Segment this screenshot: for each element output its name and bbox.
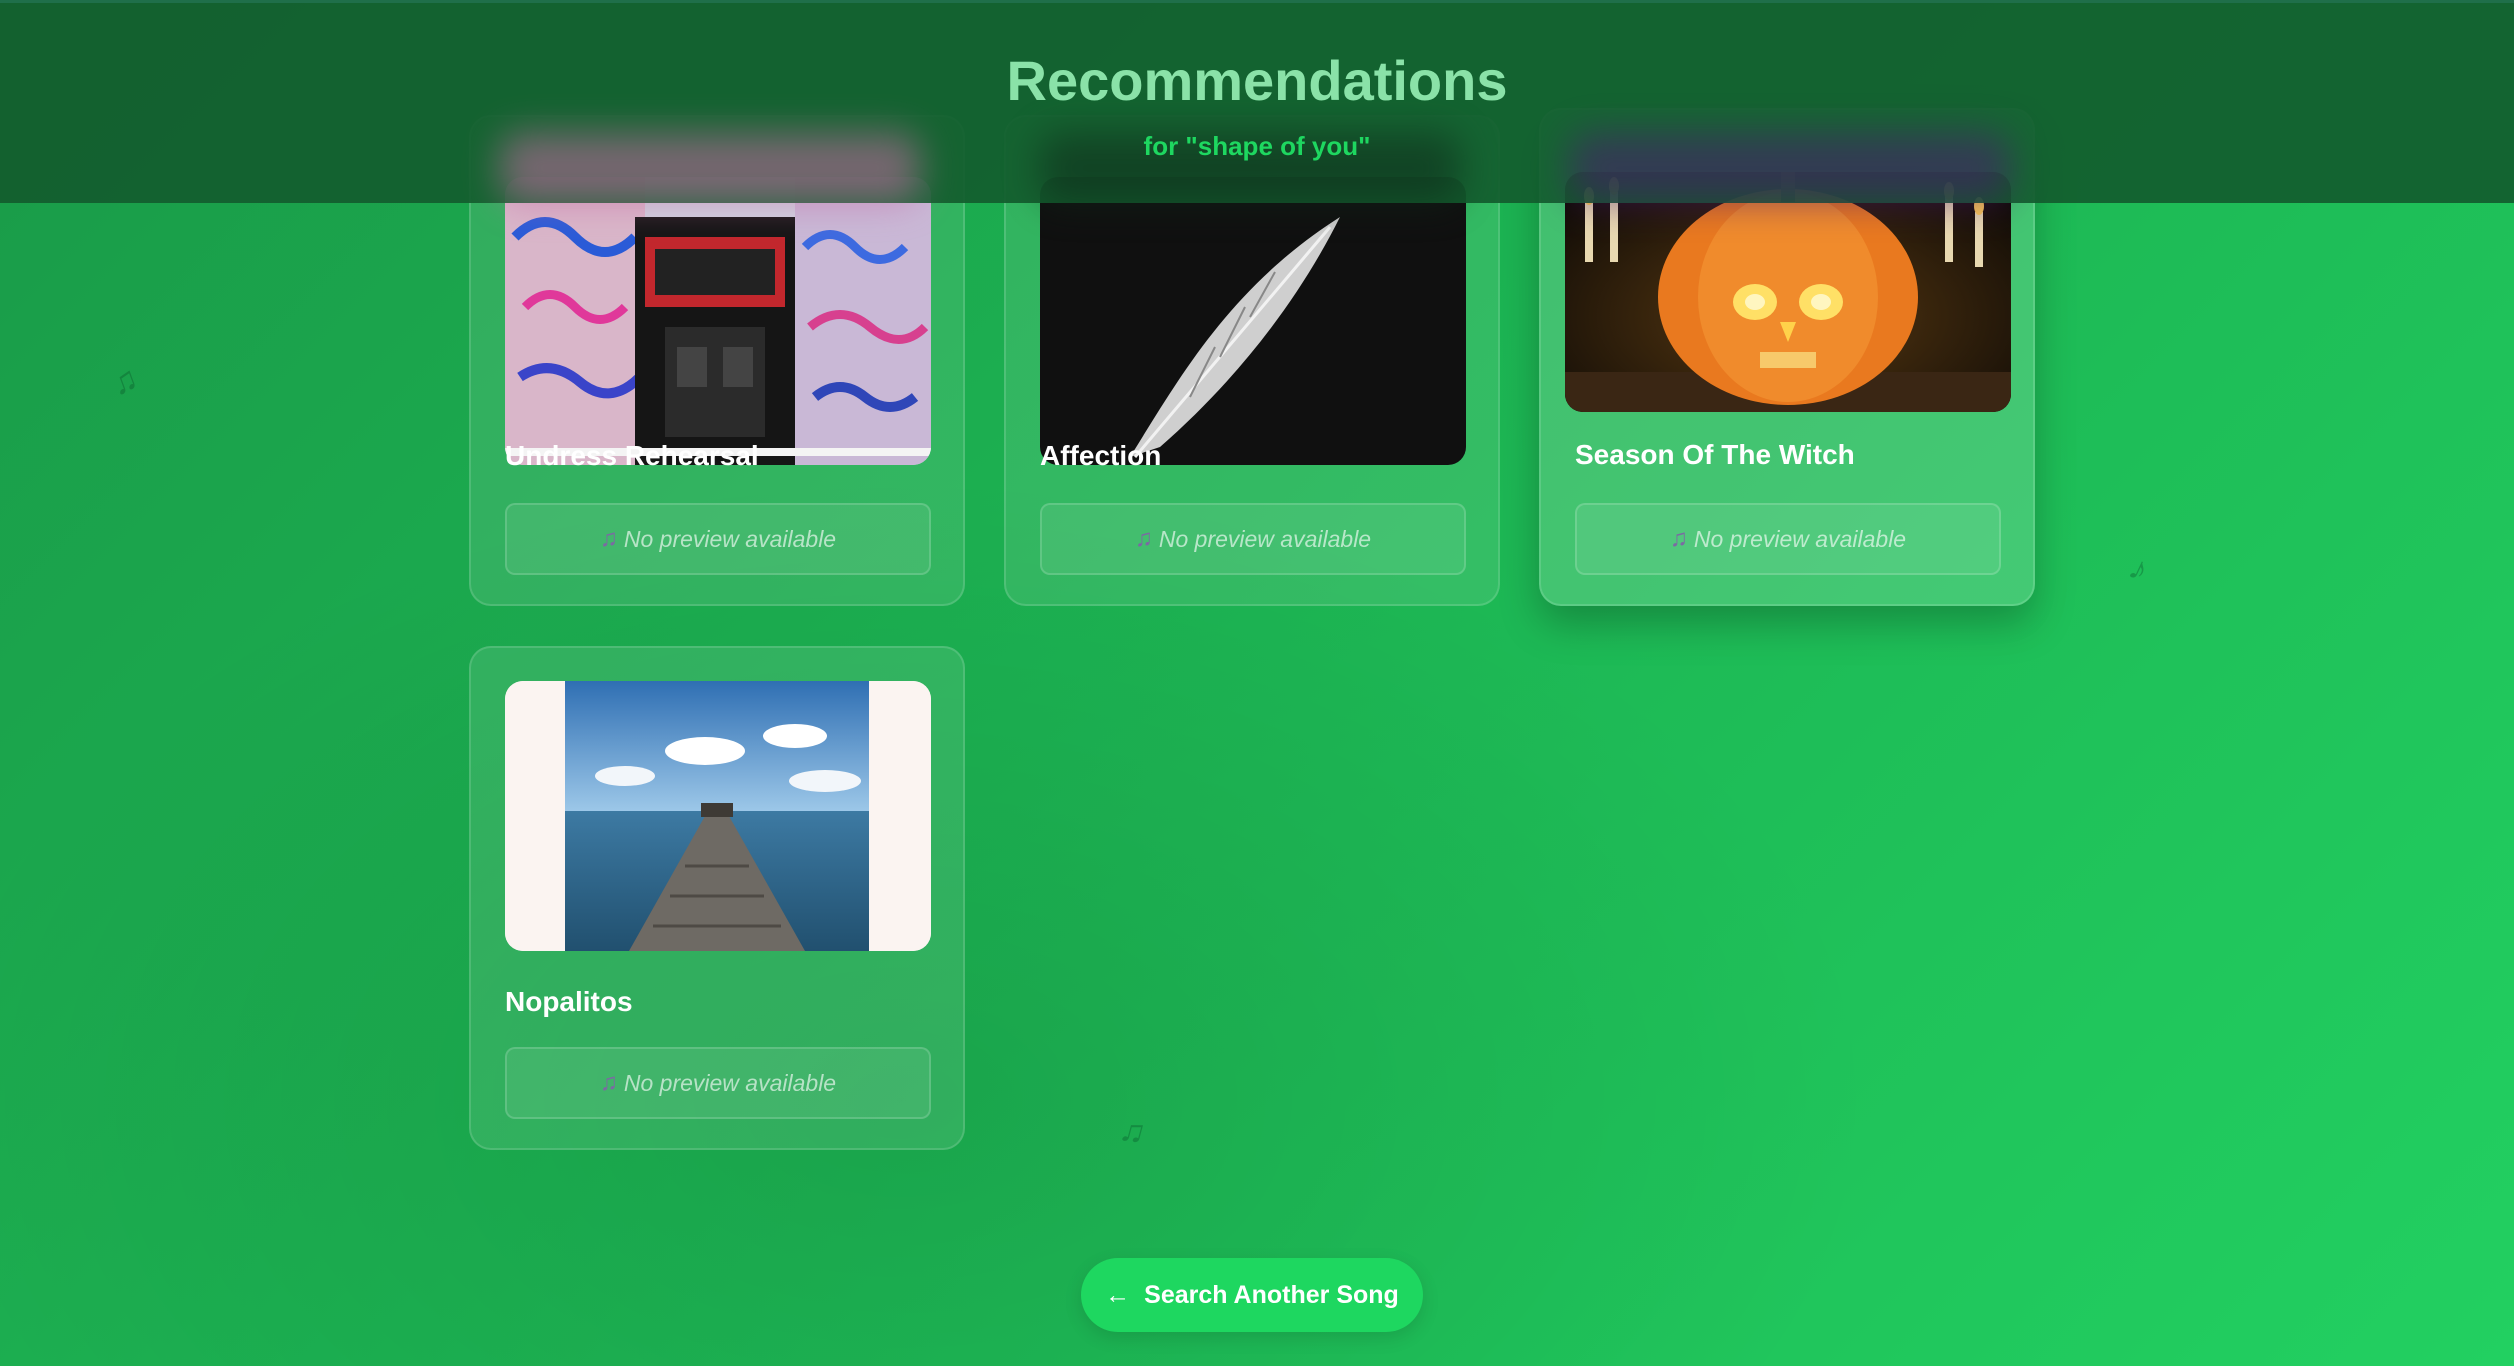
- album-art: [1040, 177, 1466, 465]
- recommendation-card[interactable]: Nopalitos ♫ No preview available: [469, 646, 965, 1150]
- no-preview-label: No preview available: [1693, 525, 1907, 552]
- music-note-icon: ♫: [599, 1069, 618, 1096]
- floating-music-note-icon: ♪: [2122, 548, 2155, 590]
- page-title: Recommendations: [1006, 49, 1508, 112]
- page-subtitle: for "shape of you": [1143, 131, 1371, 161]
- no-preview-label: No preview available: [623, 525, 837, 552]
- track-title: Undress Rehearsal: [505, 440, 759, 471]
- track-title: Affection: [1040, 440, 1162, 471]
- floating-music-note-icon: ♫: [1115, 1109, 1151, 1153]
- no-preview-box: ♫ No preview available: [1040, 503, 1466, 575]
- no-preview-box: ♫ No preview available: [505, 503, 931, 575]
- no-preview-label: No preview available: [623, 1069, 837, 1096]
- no-preview-box: ♫ No preview available: [1575, 503, 2001, 575]
- album-art: [505, 681, 931, 951]
- no-preview-label: No preview available: [1158, 525, 1372, 552]
- search-another-song-label: Search Another Song: [1144, 1280, 1399, 1309]
- album-art: [1565, 172, 2011, 412]
- page-header: Recommendations for "shape of you": [0, 3, 2514, 203]
- music-note-icon: ♫: [1669, 525, 1688, 552]
- music-note-icon: ♫: [1134, 525, 1153, 552]
- album-art: [505, 177, 931, 465]
- track-title: Season Of The Witch: [1575, 439, 1855, 470]
- track-title: Nopalitos: [505, 986, 633, 1017]
- music-note-icon: ♫: [599, 525, 618, 552]
- floating-music-note-icon: ♫: [106, 358, 144, 404]
- search-another-song-button[interactable]: ← Search Another Song: [1081, 1258, 1423, 1332]
- arrow-left-icon: ←: [1105, 1280, 1131, 1309]
- no-preview-box: ♫ No preview available: [505, 1047, 931, 1119]
